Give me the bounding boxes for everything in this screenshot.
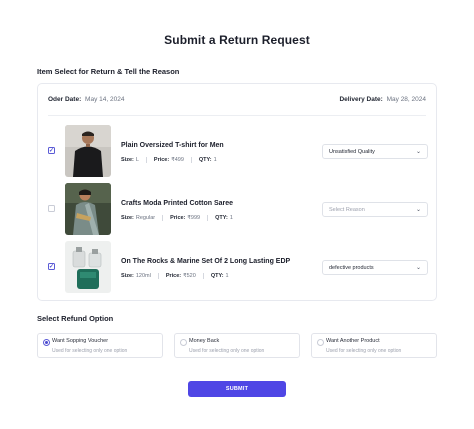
option-label: Want Another Product [326, 338, 380, 344]
item-meta: Size: 120ml Price: ₹520 QTY: 1 [121, 273, 229, 279]
qty-value: 1 [229, 215, 233, 221]
item-name: Plain Oversized T-shirt for Men [121, 142, 224, 149]
meta-separator [202, 273, 204, 279]
item-name: On The Rocks & Marine Set Of 2 Long Last… [121, 258, 291, 265]
option-helper-text: Used for selecting only one option [52, 348, 128, 354]
radio-button[interactable] [317, 339, 324, 346]
price-value: ₹999 [187, 215, 201, 221]
refund-option-money-back[interactable]: Money Back Used for selecting only one o… [174, 333, 300, 358]
radio-button[interactable] [43, 339, 50, 346]
delivery-date: Delivery Date: May 28, 2024 [339, 96, 426, 103]
reason-select[interactable]: Unsatisfied Quality ⌄ [322, 144, 428, 159]
reason-value: defective products [329, 264, 374, 271]
size-value: Regular [135, 215, 156, 221]
item-checkbox[interactable]: ✓ [48, 263, 55, 270]
price-value: ₹499 [171, 157, 184, 163]
qty-label: QTY: [198, 157, 212, 163]
item-image-tshirt [65, 125, 111, 177]
refund-section-title: Select Refund Option [37, 314, 114, 323]
return-items-card: Oder Date: May 14, 2024 Delivery Date: M… [37, 83, 437, 301]
price-label: Price: [165, 273, 182, 279]
order-date-value: May 14, 2024 [85, 96, 125, 103]
item-image-saree [65, 183, 111, 235]
size-label: Size: [121, 215, 134, 221]
qty-label: QTY: [215, 215, 228, 221]
price-label: Price: [170, 215, 186, 221]
reason-select[interactable]: Select Reason ⌄ [322, 202, 428, 217]
item-name: Crafts Moda Printed Cotton Saree [121, 200, 234, 207]
radio-button[interactable] [180, 339, 187, 346]
chevron-down-icon: ⌄ [415, 207, 421, 213]
option-helper-text: Used for selecting only one option [326, 348, 402, 354]
qty-label: QTY: [210, 273, 224, 279]
item-image-perfume [65, 241, 111, 293]
size-label: Size: [121, 157, 134, 163]
size-value: 120ml [135, 273, 151, 279]
reason-select[interactable]: defective products ⌄ [322, 260, 428, 275]
price-label: Price: [153, 157, 170, 163]
reason-placeholder: Select Reason [329, 206, 365, 213]
meta-separator [162, 215, 164, 221]
check-icon: ✓ [48, 263, 55, 270]
meta-separator [190, 157, 192, 163]
refund-option-voucher[interactable]: Want Sopping Voucher Used for selecting … [37, 333, 163, 358]
item-meta: Size: Regular Price: ₹999 QTY: 1 [121, 215, 233, 221]
order-date-label: Oder Date: [48, 96, 82, 103]
delivery-date-label: Delivery Date: [339, 96, 383, 103]
item-checkbox[interactable]: ✓ [48, 147, 55, 154]
meta-separator [207, 215, 209, 221]
option-label: Want Sopping Voucher [52, 338, 109, 344]
card-divider [48, 115, 426, 116]
return-item-row: Crafts Moda Printed Cotton Saree Size: R… [38, 183, 436, 235]
page-title: Submit a Return Request [164, 33, 310, 47]
return-item-row: ✓ On The Rocks & Marine Set Of 2 Long La… [38, 241, 436, 293]
price-value: ₹520 [183, 273, 196, 279]
qty-value: 1 [213, 157, 217, 163]
items-section-title: Item Select for Return & Tell the Reason [37, 67, 180, 76]
order-date: Oder Date: May 14, 2024 [48, 96, 124, 103]
chevron-down-icon: ⌄ [415, 265, 421, 271]
qty-value: 1 [225, 273, 229, 279]
chevron-down-icon: ⌄ [415, 149, 421, 155]
meta-separator [145, 157, 147, 163]
reason-value: Unsatisfied Quality [329, 148, 375, 155]
size-value: L [135, 157, 139, 163]
item-checkbox[interactable] [48, 205, 55, 212]
refund-option-another-product[interactable]: Want Another Product Used for selecting … [311, 333, 437, 358]
return-item-row: ✓ Plain Oversized T-shirt for Men Size: … [38, 125, 436, 177]
option-helper-text: Used for selecting only one option [189, 348, 265, 354]
size-label: Size: [121, 273, 134, 279]
meta-separator [157, 273, 159, 279]
submit-button[interactable]: SUBMIT [188, 381, 286, 397]
option-label: Money Back [189, 338, 220, 344]
check-icon: ✓ [48, 147, 55, 154]
item-meta: Size: L Price: ₹499 QTY: 1 [121, 157, 217, 163]
delivery-date-value: May 28, 2024 [386, 96, 426, 103]
